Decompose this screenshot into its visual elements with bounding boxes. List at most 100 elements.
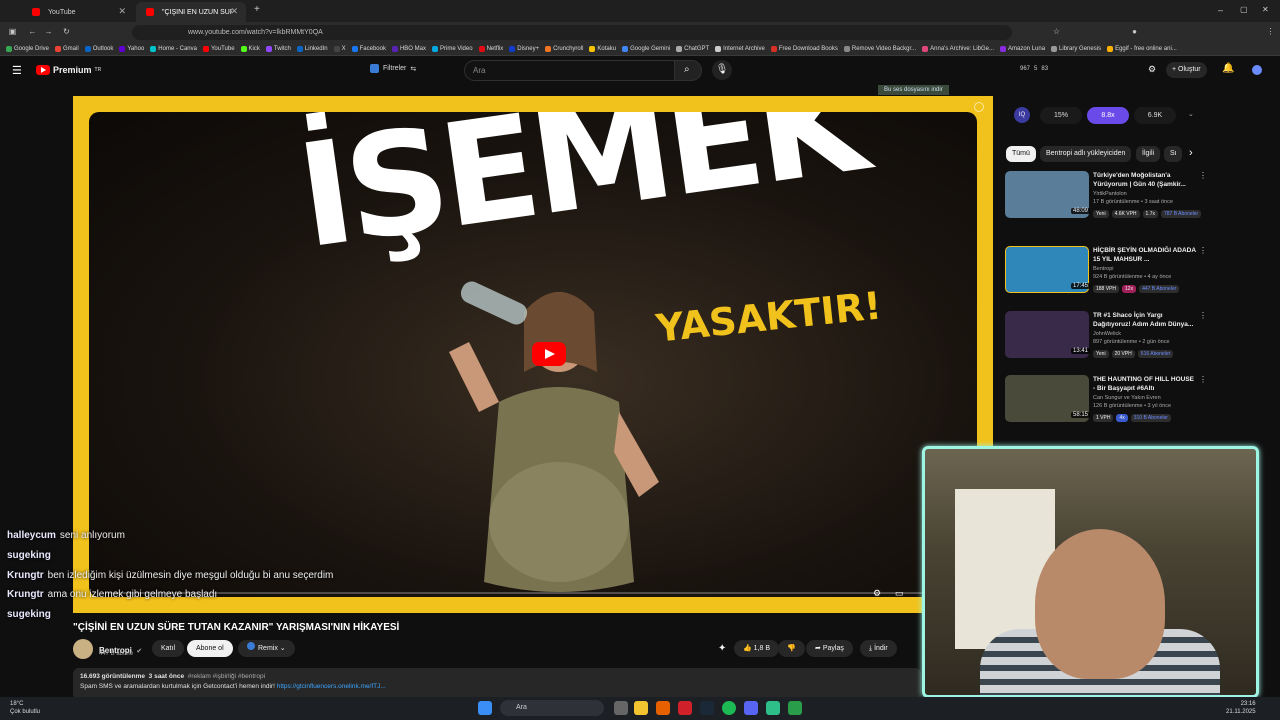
- profile-icon[interactable]: ●: [1130, 27, 1139, 36]
- reload-icon[interactable]: ↻: [62, 27, 71, 36]
- close-window-icon[interactable]: ✕: [1262, 5, 1269, 14]
- bookmark-item[interactable]: Library Genesis: [1051, 45, 1101, 52]
- more-options-icon[interactable]: ⋮: [1199, 171, 1207, 180]
- filters-button[interactable]: Filtreler ⇆: [370, 64, 416, 73]
- app-icon[interactable]: [766, 701, 780, 715]
- notifications-bell-icon[interactable]: 🔔: [1222, 63, 1234, 74]
- bookmark-item[interactable]: Free Download Books: [770, 45, 838, 52]
- recommended-video[interactable]: 13:41 TR #1 Shaco İçin Yargı Dağıtıyoruz…: [1005, 311, 1207, 371]
- weather-widget[interactable]: 18°C Çok bulutlu: [10, 700, 40, 716]
- bookmark-item[interactable]: Kick: [240, 45, 260, 52]
- taskbar-search[interactable]: Ara: [500, 700, 604, 716]
- more-options-icon[interactable]: ⋮: [1199, 375, 1207, 384]
- bookmark-item[interactable]: HBO Max: [391, 45, 426, 52]
- bookmark-item[interactable]: Anna's Archive: LibGe...: [922, 45, 994, 52]
- description-link[interactable]: https://gtcinfluencers.onelink.me/fTJ...: [277, 683, 386, 690]
- like-button[interactable]: 👍 1,8 B: [734, 640, 780, 657]
- channel-name: Can Sungur ve Yakın Evren: [1093, 395, 1161, 401]
- back-icon[interactable]: ←: [28, 27, 37, 36]
- extension-icon[interactable]: ✦: [718, 643, 726, 654]
- chip-all[interactable]: Tümü: [1006, 146, 1036, 162]
- download-button[interactable]: ⤓ İndir: [860, 640, 897, 657]
- chevron-right-icon[interactable]: ›: [1189, 147, 1193, 159]
- channel-avatar[interactable]: [73, 639, 93, 659]
- progress-bar[interactable]: [105, 592, 965, 594]
- discord-icon[interactable]: [744, 701, 758, 715]
- file-explorer-icon[interactable]: [634, 701, 648, 715]
- share-button[interactable]: ➦ Paylaş: [806, 640, 853, 657]
- chip-more[interactable]: Sı: [1164, 146, 1182, 162]
- bookmark-item[interactable]: Kotaku: [589, 45, 616, 52]
- bookmark-item[interactable]: Eggif - free online ani...: [1107, 45, 1177, 52]
- close-tab-icon[interactable]: ✕: [118, 6, 126, 17]
- tab-youtube[interactable]: YouTube ✕: [22, 2, 134, 22]
- youtube-logo[interactable]: Premium TR: [36, 65, 101, 75]
- more-options-icon[interactable]: ⋮: [1199, 246, 1207, 255]
- address-bar[interactable]: www.youtube.com/watch?v=lkbRMMtY0QA: [132, 25, 1012, 40]
- bookmark-item[interactable]: X: [333, 45, 346, 52]
- recommended-video[interactable]: 58:15 THE HAUNTING OF HILL HOUSE - Bir B…: [1005, 375, 1207, 435]
- bookmark-item[interactable]: Amazon Luna: [1000, 45, 1045, 52]
- menu-icon[interactable]: ⋮: [1266, 27, 1275, 36]
- bookmark-item[interactable]: Facebook: [351, 45, 386, 52]
- recommended-video[interactable]: 17:45 HİÇBİR ŞEYİN OLMADIĞI ADADA 15 YIL…: [1005, 246, 1207, 306]
- bookmark-item[interactable]: YouTube: [202, 45, 235, 52]
- recommended-video[interactable]: 48:09 Türkiye'den Moğolistan'a Yürüyorum…: [1005, 171, 1207, 231]
- bookmark-item[interactable]: Outlook: [84, 45, 113, 52]
- dislike-button[interactable]: 👎: [778, 640, 805, 657]
- iq-extension-icon[interactable]: IQ: [1014, 107, 1030, 123]
- play-button[interactable]: [532, 342, 566, 366]
- chevron-down-icon[interactable]: ⌄: [1188, 110, 1194, 118]
- bookmark-item[interactable]: Prime Video: [431, 45, 473, 52]
- system-clock[interactable]: 23:16 21.11.2025: [1226, 700, 1256, 716]
- bookmark-item[interactable]: Disney+: [509, 45, 539, 52]
- task-view-icon[interactable]: [614, 701, 628, 715]
- bookmark-item[interactable]: Home - Canva: [150, 45, 197, 52]
- bookmark-item[interactable]: Netflix: [478, 45, 503, 52]
- voice-search-icon[interactable]: 🎙: [712, 60, 732, 80]
- chip-related[interactable]: İlgili: [1136, 146, 1161, 162]
- info-icon[interactable]: [974, 102, 984, 112]
- sidebar-icon[interactable]: ▣: [8, 27, 17, 36]
- video-description[interactable]: 16.693 görüntülenme 3 saat önce #reklam …: [73, 668, 921, 700]
- channel-info[interactable]: Bentropi ✔: [73, 636, 142, 662]
- bookmark-item[interactable]: Gmail: [55, 45, 79, 52]
- more-options-icon[interactable]: ⋮: [1199, 311, 1207, 320]
- bookmark-item[interactable]: Crunchyroll: [545, 45, 583, 52]
- steam-icon[interactable]: [700, 701, 714, 715]
- create-button[interactable]: + Oluştur: [1166, 62, 1207, 78]
- start-menu-icon[interactable]: [478, 701, 492, 715]
- minimize-icon[interactable]: –: [1218, 5, 1223, 15]
- download-audio-banner[interactable]: Bu ses dosyasını indir: [878, 85, 949, 95]
- extension-gear-icon[interactable]: ⚙: [1148, 64, 1156, 75]
- bookmark-item[interactable]: Internet Archive: [715, 45, 765, 52]
- new-tab-icon[interactable]: +: [254, 4, 260, 15]
- bookmark-item[interactable]: Google Gemini: [622, 45, 670, 52]
- video-player[interactable]: İŞEMEK YASAKTIR! ⚙ ▭: [73, 96, 993, 613]
- bookmark-item[interactable]: LinkedIn: [296, 45, 328, 52]
- search-input[interactable]: Ara: [464, 60, 702, 81]
- bookmark-item[interactable]: Remove Video Backgr...: [843, 45, 916, 52]
- avatar[interactable]: [1252, 65, 1262, 75]
- bookmark-item[interactable]: Twitch: [265, 45, 291, 52]
- miniplayer-icon[interactable]: ▭: [895, 588, 904, 599]
- bookmark-item[interactable]: Google Drive: [6, 45, 49, 52]
- join-button[interactable]: Katıl: [152, 640, 185, 657]
- chip-from-uploader[interactable]: Bentropi adlı yükleyiciden: [1040, 146, 1132, 162]
- xbox-icon[interactable]: [788, 701, 802, 715]
- bookmark-item[interactable]: Yahoo: [119, 45, 144, 52]
- settings-gear-icon[interactable]: ⚙: [873, 588, 881, 599]
- remix-button[interactable]: Remix ⌄: [238, 640, 295, 657]
- close-tab-icon[interactable]: ✕: [230, 6, 238, 17]
- bookmark-star-icon[interactable]: ☆: [1052, 27, 1061, 36]
- app-icon[interactable]: [678, 701, 692, 715]
- firefox-icon[interactable]: [656, 701, 670, 715]
- search-button[interactable]: ⌕: [674, 60, 702, 81]
- subscribe-button[interactable]: Abone ol: [187, 640, 233, 657]
- bookmark-item[interactable]: ChatGPT: [676, 45, 709, 52]
- tab-video[interactable]: "ÇİŞİNİ EN UZUN SÜRE TUTAN KAZANIR" YARI…: [136, 2, 246, 22]
- spotify-icon[interactable]: [722, 701, 736, 715]
- forward-icon[interactable]: →: [44, 27, 53, 36]
- maximize-icon[interactable]: ▢: [1240, 5, 1248, 14]
- hamburger-menu-icon[interactable]: ☰: [12, 64, 22, 77]
